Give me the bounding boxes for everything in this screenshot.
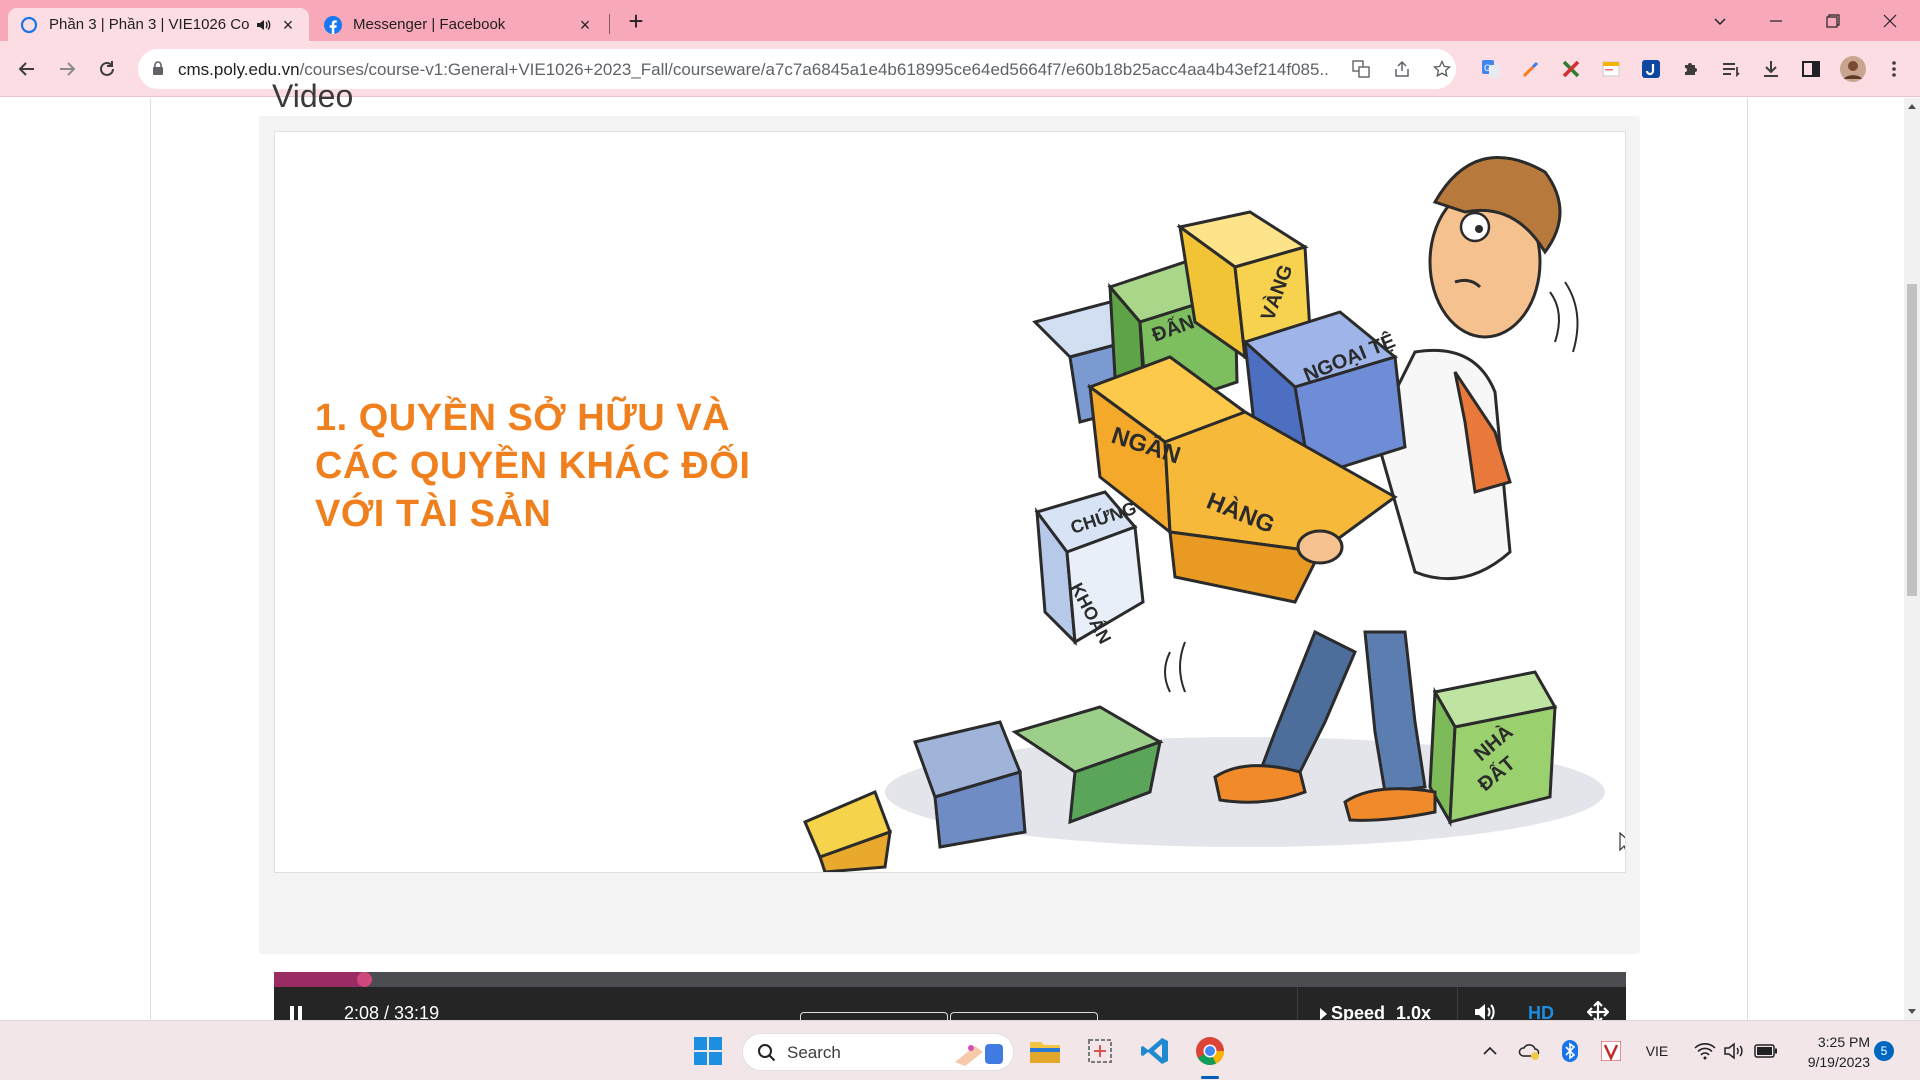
download-icon[interactable] bbox=[1757, 55, 1785, 83]
loading-spinner-icon bbox=[20, 16, 38, 34]
scroll-down-icon[interactable] bbox=[1908, 1009, 1916, 1014]
tab-title: Phần 3 | Phần 3 | VIE1026 Co bbox=[49, 16, 250, 33]
slide-title-line: 1. QUYỀN SỞ HỮU VÀ bbox=[315, 397, 731, 439]
slide-title-line: VỚI TÀI SẢN bbox=[315, 493, 552, 535]
vscode-icon[interactable] bbox=[1135, 1031, 1175, 1071]
taskbar-search-box[interactable]: Search bbox=[742, 1033, 1014, 1071]
windows-taskbar: Search VIE 3:25 PM 9/19/2023 5 bbox=[0, 1020, 1920, 1080]
scrollbar-thumb[interactable] bbox=[1907, 284, 1917, 596]
unit-navigation-tabs bbox=[800, 1012, 1100, 1020]
translate-icon[interactable] bbox=[1351, 59, 1371, 79]
tab-strip: Phần 3 | Phần 3 | VIE1026 Co × Messenger… bbox=[0, 0, 1920, 41]
progress-played bbox=[274, 972, 361, 987]
svg-text:G: G bbox=[1484, 63, 1491, 73]
search-highlight-icon bbox=[955, 1044, 1003, 1066]
tab-search-icon[interactable] bbox=[1692, 0, 1748, 41]
bluetooth-icon[interactable] bbox=[1560, 1039, 1580, 1063]
onedrive-icon[interactable] bbox=[1518, 1039, 1542, 1063]
antivirus-v-icon[interactable] bbox=[1600, 1039, 1622, 1063]
side-panel-icon[interactable] bbox=[1797, 55, 1825, 83]
scroll-up-icon[interactable] bbox=[1908, 104, 1916, 109]
unit-nav-tab[interactable] bbox=[950, 1012, 1098, 1020]
windows-start-icon[interactable] bbox=[688, 1031, 728, 1071]
battery-icon[interactable] bbox=[1754, 1039, 1778, 1063]
search-label: Search bbox=[787, 1043, 841, 1062]
new-tab-icon[interactable]: + bbox=[622, 8, 650, 36]
lock-icon[interactable] bbox=[152, 61, 164, 81]
unit-nav-tab[interactable] bbox=[800, 1012, 948, 1020]
illustration-man-carrying-assets: CHỨNG KHOÁN NHÀ ĐẤT ĐẤN LẺ VÀNG NGOẠI TỆ… bbox=[803, 156, 1605, 872]
active-app-indicator bbox=[1201, 1076, 1219, 1079]
chrome-menu-icon[interactable] bbox=[1880, 55, 1908, 83]
facebook-icon bbox=[324, 15, 342, 34]
share-icon[interactable] bbox=[1392, 59, 1412, 79]
forward-icon[interactable] bbox=[53, 55, 81, 83]
show-hidden-icons-icon[interactable] bbox=[1480, 1039, 1500, 1063]
notification-badge[interactable]: 5 bbox=[1874, 1041, 1894, 1061]
page-scrollbar[interactable] bbox=[1904, 98, 1920, 1020]
cross-extension-icon[interactable] bbox=[1557, 55, 1585, 83]
tab-separator bbox=[609, 14, 610, 34]
tab-course[interactable]: Phần 3 | Phần 3 | VIE1026 Co × bbox=[8, 8, 309, 41]
tab-messenger[interactable]: Messenger | Facebook × bbox=[312, 8, 606, 41]
snipping-tool-icon[interactable] bbox=[1080, 1031, 1120, 1071]
tab-title: Messenger | Facebook bbox=[353, 16, 506, 33]
input-language[interactable]: VIE bbox=[1640, 1039, 1674, 1063]
section-title: Video bbox=[272, 78, 354, 114]
notes-extension-icon[interactable] bbox=[1597, 55, 1625, 83]
clock-time: 3:25 PM bbox=[1817, 1034, 1870, 1050]
profile-avatar[interactable] bbox=[1839, 55, 1867, 83]
file-explorer-icon[interactable] bbox=[1025, 1031, 1065, 1071]
speed-caret-icon bbox=[1320, 1007, 1327, 1020]
minimize-icon[interactable] bbox=[1748, 0, 1804, 41]
close-window-icon[interactable] bbox=[1862, 0, 1918, 41]
speaker-icon[interactable] bbox=[1724, 1039, 1746, 1063]
bookmark-star-icon[interactable] bbox=[1432, 59, 1452, 79]
progress-handle[interactable] bbox=[357, 972, 372, 987]
reading-list-icon[interactable] bbox=[1717, 55, 1745, 83]
j-extension-icon[interactable] bbox=[1637, 55, 1665, 83]
google-translate-icon[interactable]: G bbox=[1477, 55, 1505, 83]
slide-title: 1. QUYỀN SỞ HỮU VÀ CÁC QUYỀN KHÁC ĐỐI VỚ… bbox=[315, 394, 750, 538]
chrome-taskbar-icon[interactable] bbox=[1190, 1031, 1230, 1071]
url-text[interactable]: cms.poly.edu.vn/courses/course-v1:Genera… bbox=[178, 60, 1328, 80]
mouse-cursor-icon bbox=[1619, 832, 1625, 852]
search-icon bbox=[758, 1044, 776, 1062]
reload-icon[interactable] bbox=[93, 55, 121, 83]
color-picker-icon[interactable] bbox=[1517, 55, 1545, 83]
wifi-icon[interactable] bbox=[1694, 1039, 1716, 1063]
taskbar-clock[interactable]: 3:25 PM 9/19/2023 bbox=[1790, 1032, 1870, 1072]
audio-playing-icon[interactable] bbox=[255, 16, 273, 34]
video-progress-bar[interactable] bbox=[274, 972, 1626, 987]
close-tab-icon[interactable]: × bbox=[279, 16, 297, 34]
back-icon[interactable] bbox=[13, 55, 41, 83]
puzzle-icon[interactable] bbox=[1677, 55, 1705, 83]
slide-title-line: CÁC QUYỀN KHÁC ĐỐI bbox=[315, 445, 751, 487]
video-player[interactable]: 1. QUYỀN SỞ HỮU VÀ CÁC QUYỀN KHÁC ĐỐI VỚ… bbox=[274, 131, 1626, 873]
restore-icon[interactable] bbox=[1805, 0, 1861, 41]
clock-date: 9/19/2023 bbox=[1807, 1054, 1870, 1070]
web-page: Video 1. QUYỀN SỞ HỮU VÀ CÁC QUYỀN KHÁC … bbox=[0, 78, 1904, 1039]
close-tab-icon[interactable]: × bbox=[576, 16, 594, 34]
